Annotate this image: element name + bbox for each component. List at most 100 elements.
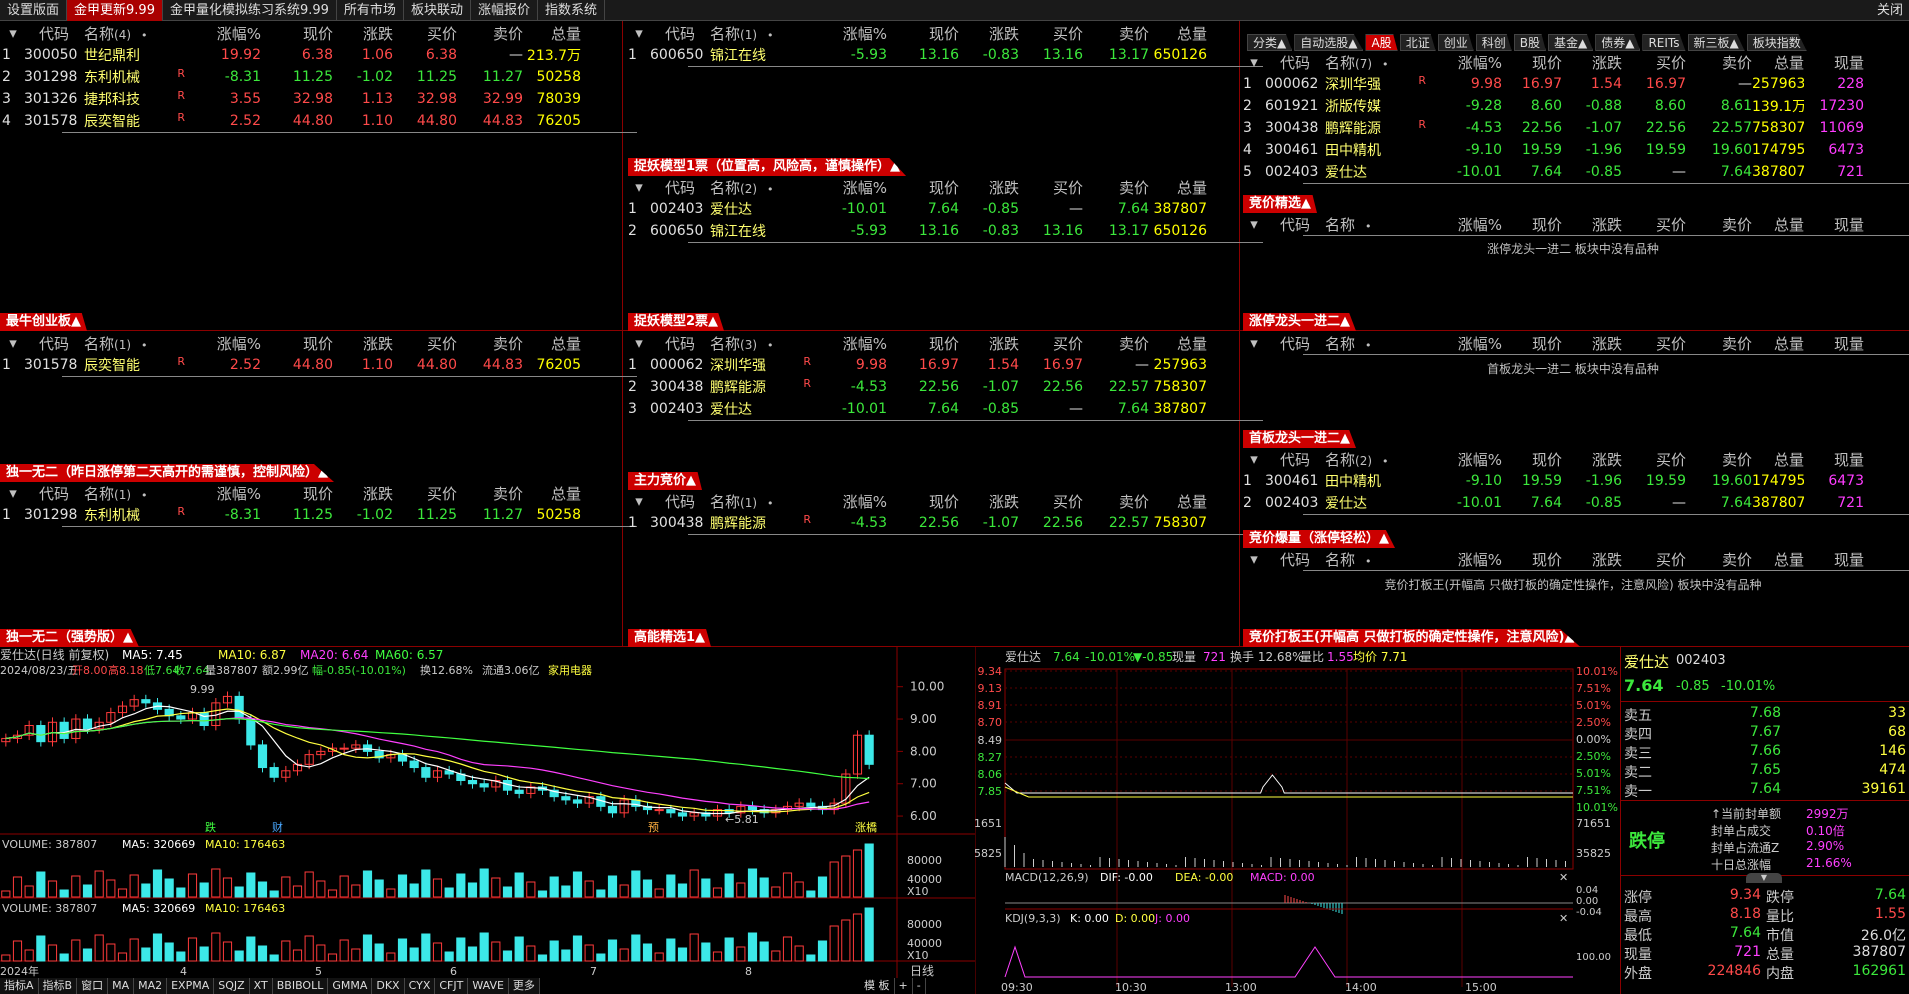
header-chg[interactable]: 涨跌: [959, 22, 1019, 44]
table-row[interactable]: 1 301298 东利机械 R -8.31 11.25 -1.02 11.25 11.27 502…: [2, 504, 647, 526]
header-name[interactable]: 名称(1) •: [84, 482, 189, 504]
header-code[interactable]: 代码: [650, 490, 710, 512]
header-code[interactable]: 代码: [24, 332, 84, 354]
header-pct[interactable]: 涨幅%: [1430, 332, 1502, 354]
header-price[interactable]: 现价: [887, 22, 959, 44]
kline-chart[interactable]: 爱仕达(日线 前复权) MA5: 7.45 MA10: 6.87 MA20: 6.64…: [0, 647, 975, 978]
table-row[interactable]: 1 300050 世纪鼎利 19.92 6.38 1.06 6.38 —213.7万: [2, 44, 647, 66]
header-code[interactable]: 代码: [1265, 213, 1325, 235]
header-ask[interactable]: 卖价: [1686, 51, 1752, 73]
sort-arrow-icon[interactable]: ▾: [628, 176, 650, 198]
header-vol[interactable]: 总量: [1752, 213, 1804, 235]
top-tab[interactable]: 所有市场: [337, 0, 404, 21]
close-icon[interactable]: ✕: [1559, 871, 1568, 884]
header-code[interactable]: 代码: [1265, 448, 1325, 470]
panel-title-tab[interactable]: 涨停龙头一进二▲: [1243, 313, 1356, 331]
header-chg[interactable]: 涨跌: [959, 176, 1019, 198]
sort-arrow-icon[interactable]: ▾: [1243, 332, 1265, 354]
panel-title-tab[interactable]: 竞价精选▲: [1243, 195, 1317, 213]
header-chg[interactable]: 涨跌: [1562, 332, 1622, 354]
sort-arrow-icon[interactable]: ▾: [1243, 548, 1265, 570]
top-tab[interactable]: 设置版面: [0, 0, 68, 21]
header-pct[interactable]: 涨幅%: [1430, 213, 1502, 235]
table-row[interactable]: 1 002403 爱仕达 -10.01 7.64 -0.85—7.64 387807: [628, 198, 1273, 220]
top-tab[interactable]: 金甲更新9.99: [67, 0, 163, 21]
header-price[interactable]: 现价: [887, 490, 959, 512]
header-code[interactable]: 代码: [650, 22, 710, 44]
event-marker[interactable]: 跌: [205, 820, 216, 834]
header-vol[interactable]: 总量: [1752, 332, 1804, 354]
header-bid[interactable]: 买价: [1019, 332, 1083, 354]
header-code[interactable]: 代码: [1265, 51, 1325, 73]
panel-title-tab[interactable]: 捉妖模型2票▲: [628, 313, 725, 331]
panel-title-tab[interactable]: 高能精选1▲: [628, 629, 712, 647]
header-price[interactable]: 现价: [261, 22, 333, 44]
event-marker[interactable]: 预: [648, 821, 659, 834]
header-now[interactable]: 现量: [1804, 332, 1864, 354]
indicator-tab[interactable]: 指标B: [39, 978, 78, 994]
header-code[interactable]: 代码: [24, 482, 84, 504]
header-chg[interactable]: 涨跌: [1562, 213, 1622, 235]
header-pct[interactable]: 涨幅%: [1430, 448, 1502, 470]
header-vol[interactable]: 总量: [1752, 51, 1804, 73]
table-row[interactable]: 4 300461 田中精机 -9.10 19.59 -1.96 19.59 19.60 1747…: [1243, 139, 1909, 161]
header-vol[interactable]: 总量: [1149, 22, 1207, 44]
close-button[interactable]: 关闭: [1877, 0, 1903, 21]
market-tab[interactable]: A股: [1365, 34, 1398, 51]
header-bid[interactable]: 买价: [1622, 448, 1686, 470]
header-ask[interactable]: 卖价: [1083, 176, 1149, 198]
table-row[interactable]: 4 301578 辰奕智能 R 2.52 44.80 1.10 44.80 44.83 76205: [2, 110, 647, 132]
sort-arrow-icon[interactable]: ▾: [2, 22, 24, 44]
header-vol[interactable]: 总量: [1752, 448, 1804, 470]
header-chg[interactable]: 涨跌: [333, 482, 393, 504]
header-vol[interactable]: 总量: [523, 482, 581, 504]
market-tab[interactable]: 北证: [1399, 34, 1436, 51]
table-row[interactable]: 2 300438 鹏辉能源 R -4.53 22.56 -1.07 22.56 22.57 758…: [628, 376, 1273, 398]
header-name[interactable]: 名称(1) •: [84, 332, 189, 354]
market-tab[interactable]: B股: [1513, 34, 1546, 51]
header-pct[interactable]: 涨幅%: [189, 482, 261, 504]
top-tab[interactable]: 板块联动: [404, 0, 471, 21]
panel-title-tab[interactable]: 独一无二（昨日涨停第二天高开的需谨慎，控制风险）▲: [0, 464, 334, 482]
header-pct[interactable]: 涨幅%: [815, 176, 887, 198]
header-price[interactable]: 现价: [1502, 448, 1562, 470]
header-pct[interactable]: 涨幅%: [815, 22, 887, 44]
header-now[interactable]: 现量: [1804, 51, 1864, 73]
header-bid[interactable]: 买价: [1622, 548, 1686, 570]
indicator-tab[interactable]: MA2: [134, 978, 168, 994]
sort-arrow-icon[interactable]: ▾: [1243, 448, 1265, 470]
event-marker[interactable]: 涨橋: [855, 820, 877, 834]
indicator-tab[interactable]: CYX: [405, 978, 436, 994]
header-pct[interactable]: 涨幅%: [815, 490, 887, 512]
header-bid[interactable]: 买价: [393, 482, 457, 504]
header-name[interactable]: 名称 •: [1325, 332, 1430, 354]
header-ask[interactable]: 卖价: [1686, 213, 1752, 235]
header-vol[interactable]: 总量: [523, 332, 581, 354]
header-ask[interactable]: 卖价: [457, 482, 523, 504]
panel-title-tab[interactable]: 竞价爆量（涨停轻松）▲: [1243, 530, 1395, 548]
table-row[interactable]: 2 600650 锦江在线 -5.93 13.16 -0.83 13.16 13.17 6501…: [628, 220, 1273, 242]
table-row[interactable]: 3 300438 鹏辉能源 R -4.53 22.56 -1.07 22.56 22.57 758…: [1243, 117, 1909, 139]
top-tab[interactable]: 指数系统: [538, 0, 605, 21]
header-bid[interactable]: 买价: [1019, 490, 1083, 512]
template-button[interactable]: -: [913, 978, 926, 994]
indicator-tab[interactable]: CFJT: [435, 978, 469, 994]
intraday-chart[interactable]: 爱仕达 7.64 -10.01%▼-0.85现量 721 换手 12.68%量比 1.55…: [975, 647, 1620, 994]
indicator-tab[interactable]: BBIBOLL: [273, 978, 329, 994]
table-row[interactable]: 1 000062 深圳华强 R 9.98 16.97 1.54 16.97 —257963: [628, 354, 1273, 376]
header-chg[interactable]: 涨跌: [1562, 548, 1622, 570]
header-now[interactable]: 现量: [1804, 213, 1864, 235]
indicator-tab[interactable]: 更多: [509, 978, 540, 994]
table-row[interactable]: 2 601921 浙版传媒 -9.28 8.60 -0.88 8.60 8.61 139.1万 1…: [1243, 95, 1909, 117]
header-price[interactable]: 现价: [1502, 51, 1562, 73]
template-button[interactable]: +: [895, 978, 913, 994]
sort-arrow-icon[interactable]: ▾: [2, 332, 24, 354]
header-price[interactable]: 现价: [887, 332, 959, 354]
header-name[interactable]: 名称(2) •: [1325, 448, 1430, 470]
header-pct[interactable]: 涨幅%: [189, 332, 261, 354]
market-tab[interactable]: 板块指数: [1746, 34, 1807, 51]
sort-arrow-icon[interactable]: ▾: [1243, 51, 1265, 73]
header-vol[interactable]: 总量: [1149, 490, 1207, 512]
table-row[interactable]: 3 002403 爱仕达 -10.01 7.64 -0.85—7.64 387807: [628, 398, 1273, 420]
indicator-tab[interactable]: SQJZ: [214, 978, 250, 994]
